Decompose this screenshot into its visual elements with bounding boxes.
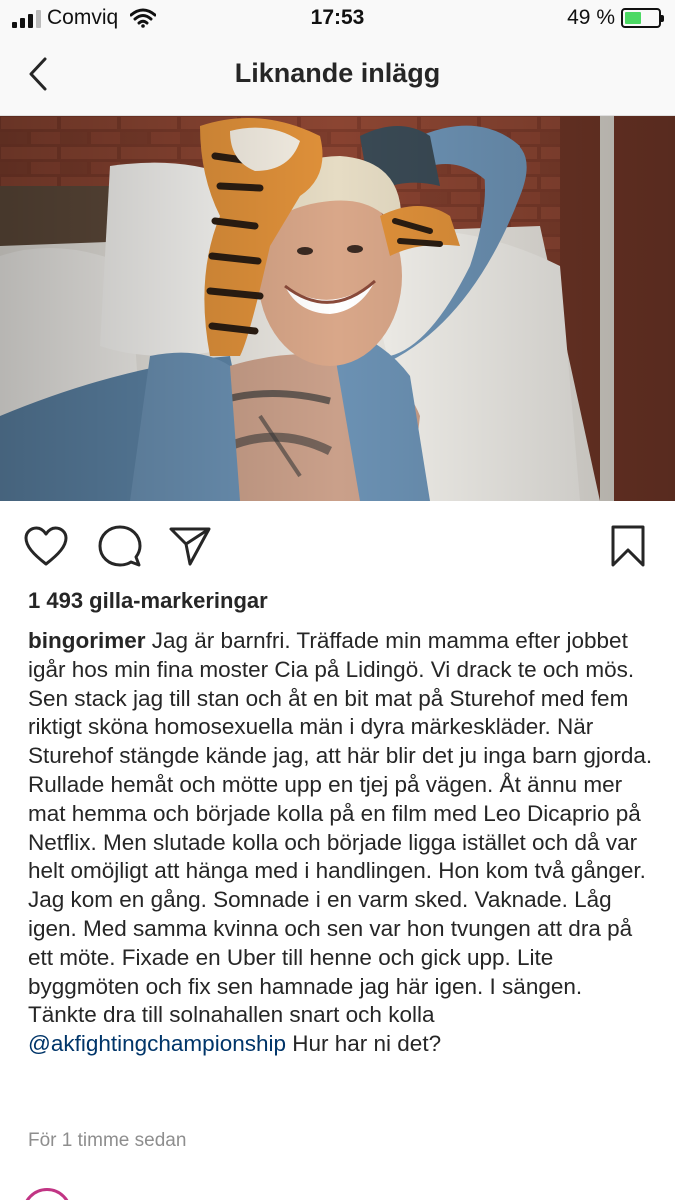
battery-percent: 49 % — [567, 6, 615, 29]
comment-bubble-icon — [98, 525, 142, 567]
status-bar: Comviq 17:53 49 % — [0, 0, 675, 36]
post-actions — [0, 516, 675, 576]
avatar[interactable] — [22, 1188, 72, 1200]
bookmark-icon — [611, 525, 645, 567]
share-button[interactable] — [164, 520, 216, 572]
like-button[interactable] — [20, 520, 72, 572]
status-right: 49 % — [567, 6, 664, 30]
post-photo[interactable] — [0, 116, 675, 501]
post-caption: bingorimer Jag är barnfri. Träffade min … — [28, 627, 653, 1059]
nav-bar: Liknande inlägg — [0, 36, 675, 116]
heart-icon — [24, 526, 68, 566]
likes-count[interactable]: 1 493 gilla-markeringar — [28, 588, 268, 614]
caption-text: Jag är barnfri. Träffade min mamma efter… — [28, 628, 653, 1028]
paper-plane-icon — [169, 527, 211, 566]
save-button[interactable] — [602, 520, 654, 572]
battery-icon — [621, 8, 664, 28]
caption-mention[interactable]: @akfightingchampionship — [28, 1031, 286, 1056]
caption-text-end: Hur har ni det? — [286, 1031, 442, 1057]
page-title: Liknande inlägg — [234, 58, 441, 88]
post-timestamp: För 1 timme sedan — [28, 1130, 187, 1151]
comment-button[interactable] — [94, 520, 146, 572]
battery-fill — [625, 12, 641, 24]
caption-username[interactable]: bingorimer — [28, 628, 146, 653]
